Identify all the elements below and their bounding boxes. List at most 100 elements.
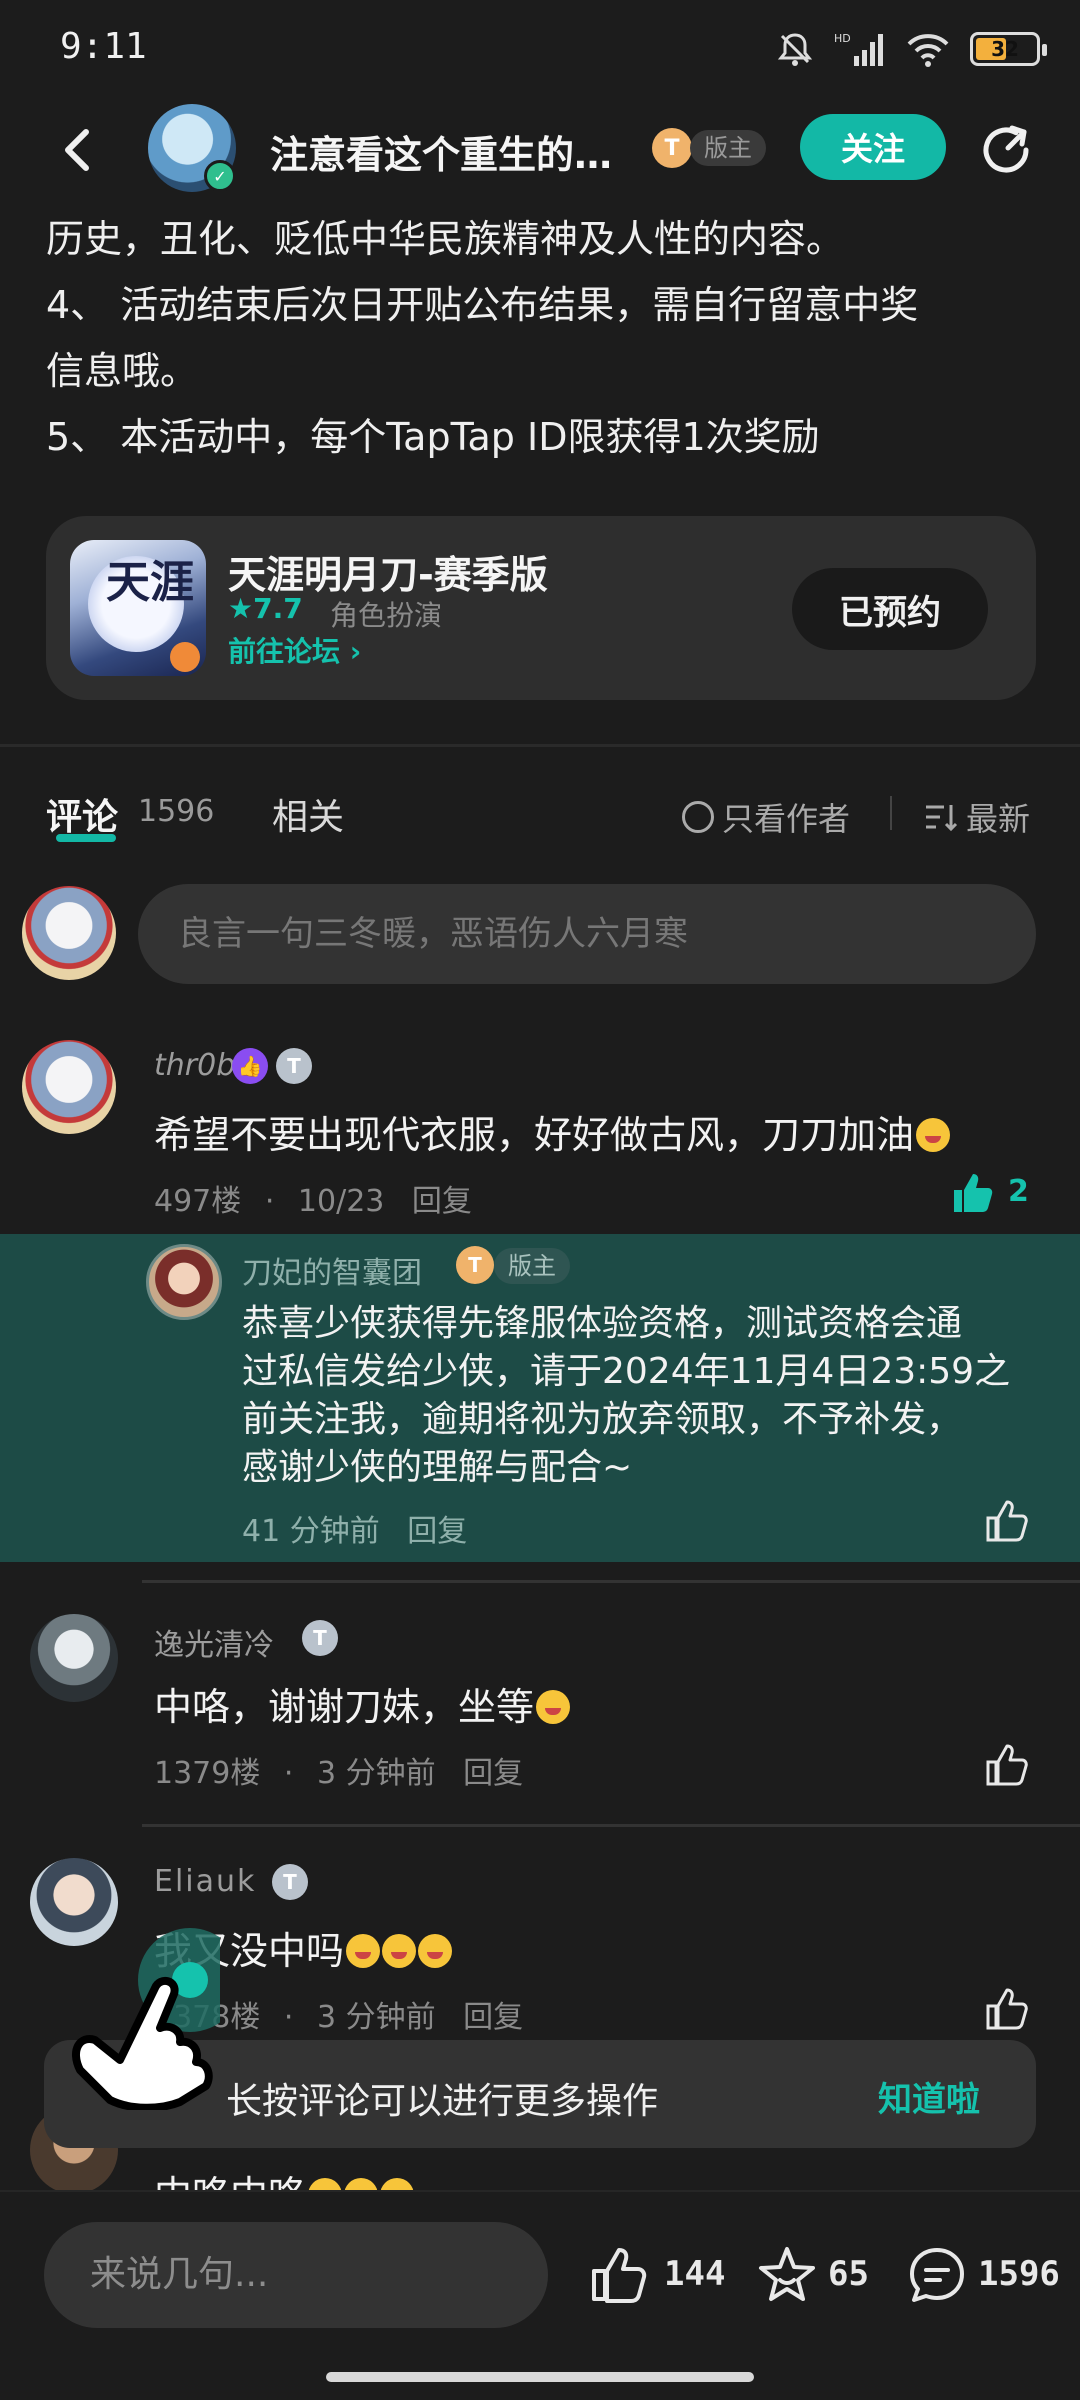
battery-level: 32 xyxy=(991,37,1019,61)
reply-line: 恭喜少侠获得先锋服体验资格，测试资格会通 xyxy=(242,1303,963,1344)
only-author-toggle[interactable]: 只看作者 xyxy=(682,794,850,840)
section-divider xyxy=(0,744,1080,747)
game-card[interactable]: 天涯 天涯明月刀-赛季版 ★7.7 角色扮演 前往论坛 › 已预约 xyxy=(46,516,1036,700)
thumb-up-icon[interactable] xyxy=(984,1742,1030,1788)
comment-text[interactable]: 希望不要出现代衣服，好好做古风，刀刀加油 xyxy=(154,1104,951,1159)
comment-input[interactable]: 良言一句三冬暖，恶语伤人六月寒 xyxy=(138,884,1036,984)
level-badge-icon: T xyxy=(652,128,692,168)
reply-button[interactable]: 回复 xyxy=(412,1184,472,1219)
wifi-icon xyxy=(907,34,949,67)
only-author-label: 只看作者 xyxy=(722,800,851,838)
follow-button[interactable]: 关注 xyxy=(800,114,946,180)
verified-icon: ✓ xyxy=(204,160,236,192)
tap-badge-icon: T xyxy=(272,1864,308,1900)
tip-dismiss-button[interactable]: 知道啦 xyxy=(878,2072,980,2121)
post-line: 信息哦。 xyxy=(46,349,199,393)
battery-icon: 32 xyxy=(970,32,1047,66)
game-icon[interactable]: 天涯 xyxy=(70,540,206,676)
smile-emoji-icon xyxy=(916,1118,951,1152)
comment-text[interactable]: 中咯，谢谢刀妹，坐等 xyxy=(154,1676,571,1731)
post-content: 历史，丑化、贬低中华民族精神及人性的内容。 4、 活动结束后次日开贴公布结果，需… xyxy=(46,206,1046,470)
official-reply[interactable]: 刀妃的智囊团 T 版主 恭喜少侠获得先锋服体验资格，测试资格会通 过私信发给少侠… xyxy=(0,1234,1080,1562)
reply-meta: 41 分钟前 回复 xyxy=(242,1506,467,1550)
tap-badge-icon: T xyxy=(276,1048,312,1084)
sort-label: 最新 xyxy=(966,800,1031,838)
smile-emoji-icon xyxy=(536,1690,571,1724)
comment-divider xyxy=(142,1824,1080,1827)
comment-username[interactable]: thr0b xyxy=(154,1048,235,1083)
reply-time: 41 分钟前 xyxy=(242,1514,380,1549)
star-icon[interactable] xyxy=(756,2244,818,2306)
thumb-up-icon[interactable] xyxy=(588,2244,650,2306)
reply-button[interactable]: 回复 xyxy=(463,1756,523,1791)
status-time: 9:11 xyxy=(60,26,147,67)
reply-text: 恭喜少侠获得先锋服体验资格，测试资格会通 过私信发给少侠，请于2024年11月4… xyxy=(242,1300,1010,1492)
my-avatar xyxy=(22,886,116,980)
sort-icon xyxy=(926,805,958,832)
comment-divider xyxy=(142,1580,1080,1583)
hand-pointer-icon xyxy=(72,1928,220,2110)
game-name[interactable]: 天涯明月刀-赛季版 xyxy=(228,544,548,599)
like-count: 144 xyxy=(664,2254,726,2294)
comment-meta: 497楼 · 10/23 回复 xyxy=(154,1184,472,1219)
svg-text:HD: HD xyxy=(834,32,851,45)
thumb-up-icon[interactable] xyxy=(950,1170,996,1216)
comment-count: 1596 xyxy=(138,794,215,829)
radio-icon xyxy=(682,801,714,833)
comment-date: 3 分钟前 xyxy=(317,2000,436,2035)
status-icons: HD 32 xyxy=(776,30,1047,68)
share-icon[interactable] xyxy=(978,120,1038,180)
angry-emoji-icon xyxy=(346,1934,381,1968)
comment-date: 3 分钟前 xyxy=(317,1756,436,1791)
author-name[interactable]: 注意看这个重生的… xyxy=(270,124,640,179)
tab-related[interactable]: 相关 xyxy=(272,788,344,840)
reply-button[interactable]: 回复 xyxy=(463,2000,523,2035)
reply-line: 过私信发给少侠，请于2024年11月4日23:59之 xyxy=(242,1351,1011,1392)
forum-link[interactable]: 前往论坛 › xyxy=(228,630,361,670)
tip-message: 长按评论可以进行更多操作 xyxy=(226,2081,659,2122)
game-category: 角色扮演 xyxy=(330,599,443,632)
say-something-input[interactable]: 来说几句... xyxy=(44,2222,548,2328)
comment-like-count: 2 xyxy=(1008,1174,1029,1209)
mute-icon xyxy=(777,33,813,66)
reply-line: 感谢少侠的理解与配合~ xyxy=(242,1447,633,1488)
tab-comments[interactable]: 评论 xyxy=(46,788,118,840)
reserved-button[interactable]: 已预约 xyxy=(792,568,988,650)
game-icon-calligraphy: 天涯 xyxy=(106,557,194,608)
comment-floor: 497楼 xyxy=(154,1184,242,1219)
thumb-up-icon[interactable] xyxy=(984,1986,1030,2032)
like-badge-icon: 👍 xyxy=(232,1048,268,1084)
avatar[interactable] xyxy=(30,1614,118,1702)
home-indicator[interactable] xyxy=(326,2372,754,2382)
post-line: 历史，丑化、贬低中华民族精神及人性的内容。 xyxy=(46,217,845,261)
bottom-action-bar: 来说几句... 144 65 1596 xyxy=(0,2190,1080,2400)
tap-badge-icon: T xyxy=(302,1620,338,1656)
comment-total-count: 1596 xyxy=(978,2254,1060,2294)
reply-username[interactable]: 刀妃的智囊团 xyxy=(242,1248,422,1292)
comment-icon[interactable] xyxy=(906,2244,968,2306)
angry-emoji-icon xyxy=(382,1934,417,1968)
avatar[interactable] xyxy=(22,1040,116,1134)
reply-line: 前关注我，逾期将视为放弃领取，不予补发， xyxy=(242,1399,963,1440)
post-line: 5、 本活动中，每个TapTap ID限获得1次奖励 xyxy=(46,415,820,459)
comment-username[interactable]: Eliauk xyxy=(154,1864,256,1899)
favorite-count: 65 xyxy=(828,2254,869,2294)
moderator-badge: 版主 xyxy=(494,1248,570,1284)
tab-separator xyxy=(890,796,892,830)
signal-icon: HD xyxy=(834,32,883,66)
comment-username[interactable]: 逸光清冷 xyxy=(154,1620,274,1664)
post-header: ✓ 注意看这个重生的… T 版主 关注 xyxy=(0,100,1080,200)
comment-floor: 1379楼 xyxy=(154,1756,261,1791)
angry-emoji-icon xyxy=(418,1934,453,1968)
game-rating: ★7.7 xyxy=(228,592,303,625)
sort-button[interactable]: 最新 xyxy=(924,794,1030,840)
avatar[interactable] xyxy=(146,1244,222,1320)
status-bar: 9:11 HD 32 xyxy=(0,0,1080,100)
back-icon[interactable] xyxy=(50,122,106,178)
reply-button[interactable]: 回复 xyxy=(407,1514,467,1549)
comment-meta: 1379楼 · 3 分钟前 回复 xyxy=(154,1756,524,1791)
thumb-up-icon[interactable] xyxy=(984,1498,1030,1544)
post-line: 4、 活动结束后次日开贴公布结果，需自行留意中奖 xyxy=(46,283,919,327)
tab-indicator xyxy=(56,834,116,842)
comment-date: 10/23 xyxy=(297,1184,385,1219)
